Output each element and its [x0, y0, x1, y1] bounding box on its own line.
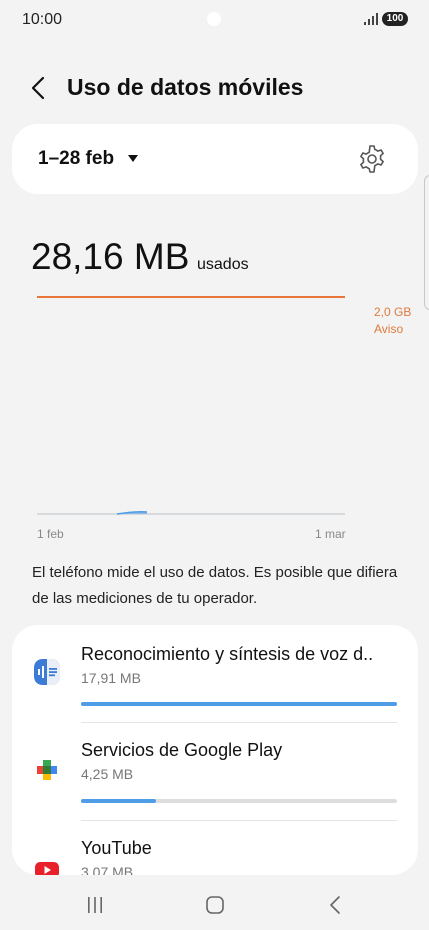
- gear-icon[interactable]: [357, 144, 387, 174]
- app-name: Servicios de Google Play: [81, 740, 283, 760]
- google-play-services-icon: [37, 760, 57, 780]
- app-size: 17,91 MB: [81, 670, 141, 686]
- app-row-youtube[interactable]: YouTube 3,07 MB: [12, 821, 418, 875]
- date-selector-card: 1–28 feb: [12, 124, 418, 194]
- axis-end-label: 1 mar: [315, 527, 346, 541]
- page-title: Uso de datos móviles: [67, 74, 304, 100]
- app-name: YouTube: [81, 838, 152, 858]
- usage-bar: [81, 702, 397, 706]
- warning-value: 2,0 GB: [374, 305, 412, 319]
- back-arrow-icon[interactable]: [28, 76, 50, 100]
- usage-amount: 28,16 MB: [31, 236, 190, 277]
- camera-cutout: [207, 12, 221, 26]
- info-text: El teléfono mide el uso de datos. Es pos…: [32, 564, 398, 607]
- nav-back-icon[interactable]: [327, 895, 343, 915]
- usage-bar-fill: [81, 702, 397, 706]
- warning-limit-line: [37, 296, 345, 298]
- recents-icon[interactable]: [85, 895, 105, 915]
- app-row-google-play[interactable]: Servicios de Google Play 4,25 MB: [12, 723, 418, 821]
- app-size: 4,25 MB: [81, 766, 134, 782]
- date-range-dropdown[interactable]: 1–28 feb: [38, 148, 114, 170]
- usage-graph: [37, 511, 345, 515]
- battery-icon: 100: [382, 12, 408, 26]
- status-time: 10:00: [22, 11, 63, 28]
- home-icon[interactable]: [205, 895, 225, 915]
- app-usage-list: Reconocimiento y síntesis de voz d.. 17,…: [12, 625, 418, 875]
- app-size: 3,07 MB: [81, 864, 134, 875]
- warning-label: Aviso: [374, 322, 404, 336]
- usage-bar-fill: [81, 799, 156, 803]
- usage-bar: [81, 799, 397, 803]
- usage-suffix: usados: [197, 256, 249, 273]
- status-bar: 10:00 100: [0, 0, 429, 40]
- axis-start-label: 1 feb: [37, 527, 64, 541]
- navigation-bar: [0, 880, 429, 930]
- caret-down-icon[interactable]: [128, 155, 138, 162]
- voice-synthesis-icon: [34, 659, 60, 685]
- youtube-icon: [35, 862, 59, 875]
- signal-icon: [364, 13, 378, 25]
- app-name: Reconocimiento y síntesis de voz d..: [81, 644, 374, 664]
- app-row-voice[interactable]: Reconocimiento y síntesis de voz d.. 17,…: [12, 625, 418, 723]
- edge-panel-handle[interactable]: [424, 175, 429, 310]
